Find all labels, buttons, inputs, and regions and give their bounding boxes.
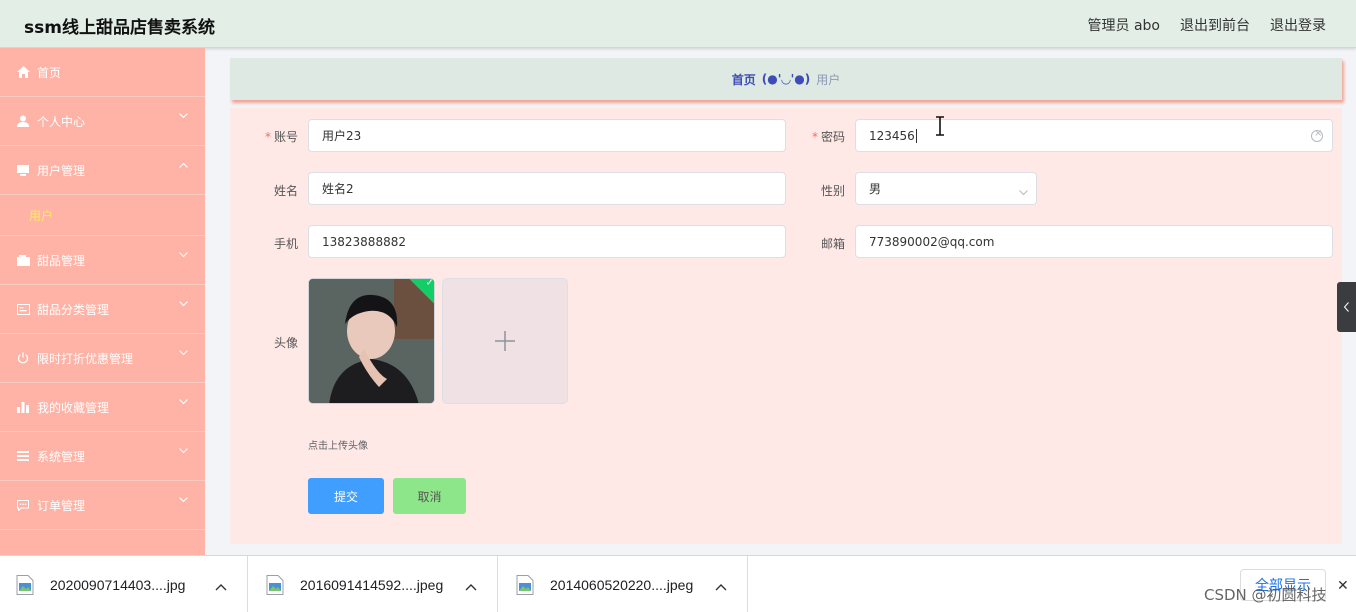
sidebar-item-label: 甜品分类管理 [37, 302, 110, 317]
wallet-icon [16, 253, 30, 267]
download-filename: 2020090714403....jpg [50, 576, 186, 593]
sidebar-item-label: 首页 [37, 65, 62, 80]
download-filename: 2016091414592....jpeg [300, 576, 444, 593]
clear-icon[interactable] [1311, 128, 1323, 142]
email-value: 773890002@qq.com [869, 234, 995, 249]
sidebar-item-dessert-category-management[interactable]: 甜品分类管理 [0, 285, 205, 334]
name-label: 姓名 [273, 184, 298, 198]
breadcrumb-face: (●'◡'●) [761, 72, 811, 86]
download-item[interactable]: 2020090714403....jpg [0, 556, 248, 612]
account-input[interactable]: 用户23 [308, 119, 786, 152]
logout-link[interactable]: 退出登录 [1270, 15, 1326, 35]
home-icon [16, 65, 30, 79]
breadcrumb-home-link[interactable]: 首页 [732, 71, 756, 88]
close-icon[interactable]: ✕ [1337, 578, 1349, 594]
chevron-down-icon [179, 350, 188, 358]
sidebar-item-label: 个人中心 [37, 114, 86, 129]
avatar-photo [309, 279, 434, 403]
watermark: CSDN @初圆科技 [1204, 586, 1327, 604]
submit-button[interactable]: 提交 [308, 478, 384, 514]
breadcrumb-current: 用户 [816, 72, 841, 87]
top-header: ssm线上甜品店售卖系统 管理员 abo 退出到前台 退出登录 [0, 0, 1356, 48]
sidebar: 首页 个人中心 用户管理 用户 甜品管理 甜品分类管理 限时打折优惠管理 我的收… [0, 48, 205, 555]
sidebar-subitem-users[interactable]: 用户 [0, 195, 205, 236]
admin-name: 管理员 abo [1087, 18, 1160, 34]
chevron-left-icon [1343, 302, 1349, 312]
chevron-up-icon [179, 162, 188, 170]
gender-label: 性别 [820, 184, 845, 198]
chevron-up-icon[interactable] [715, 580, 727, 591]
sidebar-item-system-management[interactable]: 系统管理 [0, 432, 205, 481]
side-panel-toggle[interactable] [1337, 282, 1356, 332]
account-label: * 账号 [264, 130, 298, 144]
plus-icon [495, 331, 515, 351]
password-label: * 密码 [811, 130, 845, 144]
phone-input[interactable]: 13823888882 [308, 225, 786, 258]
sidebar-item-label: 限时打折优惠管理 [37, 351, 134, 366]
chevron-up-icon[interactable] [465, 580, 477, 591]
download-shelf: 2020090714403....jpg 2016091414592....jp… [0, 555, 1356, 612]
user-icon [16, 114, 30, 128]
avatar-label: 头像 [273, 336, 298, 350]
avatar-thumbnail[interactable]: ✓ [308, 278, 435, 404]
card-icon [16, 302, 30, 316]
name-value: 姓名2 [322, 182, 354, 196]
chevron-down-icon [1019, 185, 1028, 196]
gender-value: 男 [869, 182, 882, 196]
chevron-down-icon [179, 399, 188, 407]
sidebar-item-label: 订单管理 [37, 498, 86, 513]
chevron-down-icon [179, 252, 188, 260]
sidebar-item-dessert-management[interactable]: 甜品管理 [0, 236, 205, 285]
gender-select[interactable]: 男 [855, 172, 1037, 205]
download-item[interactable]: 2014060520220....jpeg [498, 556, 748, 612]
app-title: ssm线上甜品店售卖系统 [24, 18, 215, 38]
breadcrumb: 首页 (●'◡'●) 用户 [230, 58, 1342, 100]
download-filename: 2014060520220....jpeg [550, 576, 694, 593]
sidebar-item-label: 系统管理 [37, 449, 86, 464]
chevron-down-icon [179, 497, 188, 505]
bar-chart-icon [16, 400, 30, 414]
menu-lines-icon [16, 449, 30, 463]
power-icon [16, 351, 30, 365]
sidebar-item-label: 甜品管理 [37, 253, 86, 268]
monitor-icon [16, 163, 30, 177]
image-file-icon [16, 574, 34, 595]
password-input[interactable]: 123456 [855, 119, 1333, 152]
text-caret [915, 128, 917, 143]
sidebar-item-label: 我的收藏管理 [37, 400, 110, 415]
chevron-up-icon[interactable] [215, 580, 227, 591]
chevron-down-icon [179, 113, 188, 121]
image-file-icon [266, 574, 284, 595]
password-value: 123456 [869, 128, 915, 143]
chevron-down-icon [179, 448, 188, 456]
chevron-down-icon [179, 301, 188, 309]
chat-icon [16, 498, 30, 512]
email-input[interactable]: 773890002@qq.com [855, 225, 1333, 258]
header-links: 管理员 abo 退出到前台 退出登录 [1088, 15, 1326, 35]
name-input[interactable]: 姓名2 [308, 172, 786, 205]
image-file-icon [516, 574, 534, 595]
back-to-frontend-link[interactable]: 退出到前台 [1180, 15, 1250, 35]
download-item[interactable]: 2016091414592....jpeg [248, 556, 498, 612]
phone-label: 手机 [273, 237, 298, 251]
ibeam-cursor-icon [936, 116, 944, 136]
sidebar-item-home[interactable]: 首页 [0, 48, 205, 97]
email-label: 邮箱 [820, 237, 845, 251]
cancel-button[interactable]: 取消 [393, 478, 466, 514]
upload-hint: 点击上传头像 [308, 441, 368, 452]
sidebar-item-favorites-management[interactable]: 我的收藏管理 [0, 383, 205, 432]
sidebar-item-order-management[interactable]: 订单管理 [0, 481, 205, 530]
sidebar-item-discount-management[interactable]: 限时打折优惠管理 [0, 334, 205, 383]
sidebar-item-user-management[interactable]: 用户管理 [0, 146, 205, 195]
sidebar-item-label: 用户管理 [37, 163, 86, 178]
account-value: 用户23 [322, 129, 362, 143]
sidebar-item-personal-center[interactable]: 个人中心 [0, 97, 205, 146]
phone-value: 13823888882 [322, 234, 406, 249]
upload-avatar-button[interactable] [442, 278, 568, 404]
